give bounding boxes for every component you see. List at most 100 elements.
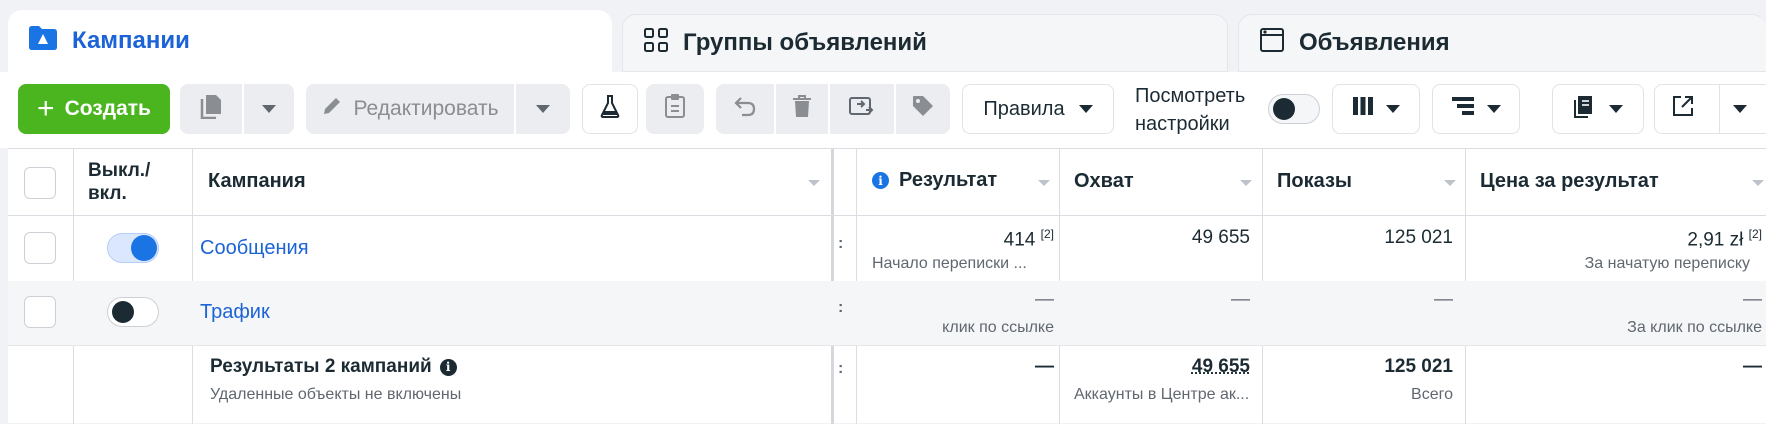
chevron-down-icon (536, 105, 550, 113)
view-settings-line2: настройки (1135, 110, 1245, 138)
divider (1719, 85, 1720, 133)
table-row: Трафик : — клик по ссылке — — — За клик … (8, 281, 1766, 345)
result-number: 414 (1004, 229, 1036, 250)
ab-test-button[interactable] (582, 84, 638, 134)
tab-ad-sets[interactable]: Группы объявлений (622, 14, 1228, 72)
summary-subtitle: Удаленные объекты не включены (210, 386, 461, 404)
view-settings-toggle[interactable] (1268, 94, 1320, 124)
header-reach[interactable]: Охват (1074, 170, 1134, 193)
header-toggle-line2: вкл. (88, 182, 150, 205)
header-result[interactable]: i Результат (872, 169, 997, 192)
export-icon (1671, 94, 1695, 124)
header-impressions[interactable]: Показы (1277, 170, 1352, 193)
result-sub: клик по ссылке (868, 319, 1054, 337)
duplicate-dropdown[interactable] (244, 84, 294, 134)
cost-value: — (1474, 289, 1762, 311)
summary-result: — (868, 356, 1054, 378)
delete-button[interactable] (776, 84, 828, 134)
toolbar: + Создать Редактировать Правила Посмотре… (0, 72, 1766, 148)
reach-value: — (1068, 289, 1250, 311)
export-button[interactable] (1654, 84, 1766, 134)
rules-label: Правила (983, 98, 1064, 121)
sort-icon[interactable] (1444, 180, 1456, 186)
cost-sub: За начатую переписку (1474, 255, 1750, 273)
reports-button[interactable] (1552, 84, 1644, 134)
reports-icon (1573, 94, 1597, 124)
tab-campaigns[interactable]: Кампании (8, 10, 612, 72)
clipboard-button[interactable] (646, 84, 704, 134)
edit-dropdown[interactable] (516, 84, 570, 134)
clipboard-icon (664, 93, 686, 125)
flask-icon (599, 94, 621, 124)
chevron-down-icon (1079, 105, 1093, 113)
footnote: [2] (1749, 227, 1762, 241)
chevron-down-icon (262, 105, 276, 113)
rules-button[interactable]: Правила (962, 84, 1114, 134)
sort-icon[interactable] (808, 180, 820, 186)
window-icon (1259, 27, 1285, 60)
toggle-knob (112, 301, 134, 323)
header-toggle: Выкл./ вкл. (88, 159, 150, 205)
level-tabs: Кампании Группы объявлений Объявления (0, 0, 1766, 72)
duplicate-button[interactable] (180, 84, 242, 134)
summary-title: Результаты 2 кампаний i (210, 356, 457, 378)
row-checkbox[interactable] (24, 232, 56, 264)
sort-icon[interactable] (1038, 180, 1050, 186)
publish-icon (848, 94, 876, 124)
footnote: [2] (1041, 227, 1054, 241)
grid-icon (643, 27, 669, 60)
toggle-knob (131, 235, 157, 261)
sort-icon[interactable] (1240, 180, 1252, 186)
chevron-down-icon (1386, 105, 1400, 113)
summary-impressions: 125 021 (1271, 356, 1453, 378)
campaign-name-link[interactable]: Сообщения (200, 237, 309, 260)
view-settings-label: Посмотреть настройки (1135, 82, 1245, 138)
summary-reach[interactable]: 49 655 (1068, 356, 1250, 378)
row-checkbox[interactable] (24, 296, 56, 328)
edit-button[interactable]: Редактировать (306, 84, 514, 134)
columns-icon (1352, 96, 1374, 122)
tag-button[interactable] (896, 84, 950, 134)
folder-icon (28, 25, 58, 58)
plus-icon: + (37, 94, 55, 124)
info-icon[interactable]: i (440, 359, 457, 376)
campaigns-table: Выкл./ вкл. Кампания i Результат Охват П… (8, 148, 1766, 423)
cost-value: 2,91 zł [2] (1474, 227, 1762, 251)
duplicate-icon (199, 93, 223, 125)
ellipsis-icon: : (838, 360, 843, 378)
summary-row: Результаты 2 кампаний i Удаленные объект… (8, 345, 1766, 424)
campaign-name-link[interactable]: Трафик (200, 301, 270, 324)
undo-button[interactable] (716, 84, 774, 134)
cost-sub: За клик по ссылке (1474, 319, 1762, 337)
result-sub: Начало переписки ... (872, 255, 1027, 273)
summary-cost: — (1474, 356, 1762, 378)
campaign-toggle[interactable] (107, 297, 159, 327)
chevron-down-icon (1487, 105, 1501, 113)
undo-icon (733, 94, 757, 124)
reach-value: 49 655 (1068, 227, 1250, 249)
header-cost-per-result[interactable]: Цена за результат (1480, 170, 1659, 193)
trash-icon (791, 94, 813, 124)
publish-button[interactable] (830, 84, 894, 134)
impressions-value: 125 021 (1271, 227, 1453, 249)
tag-icon (911, 94, 935, 124)
create-label: Создать (65, 97, 151, 121)
info-icon[interactable]: i (872, 172, 889, 189)
tab-ads[interactable]: Объявления (1238, 14, 1766, 72)
header-campaign[interactable]: Кампания (208, 170, 306, 193)
tab-label: Кампании (72, 27, 190, 55)
chevron-down-icon[interactable] (1733, 105, 1747, 113)
create-button[interactable]: + Создать (18, 84, 170, 134)
view-settings-line1: Посмотреть (1135, 82, 1245, 110)
ellipsis-icon: : (838, 299, 843, 317)
edit-label: Редактировать (353, 97, 498, 121)
select-all-checkbox[interactable] (24, 167, 56, 199)
summary-impressions-sub: Всего (1271, 386, 1453, 404)
sort-icon[interactable] (1752, 180, 1764, 186)
table-row: Сообщения : 414 [2] Начало переписки ...… (8, 217, 1766, 281)
campaign-toggle[interactable] (107, 233, 159, 263)
breakdown-button[interactable] (1432, 84, 1520, 134)
breakdown-icon (1451, 96, 1475, 122)
columns-button[interactable] (1332, 84, 1420, 134)
tab-label: Объявления (1299, 29, 1450, 57)
